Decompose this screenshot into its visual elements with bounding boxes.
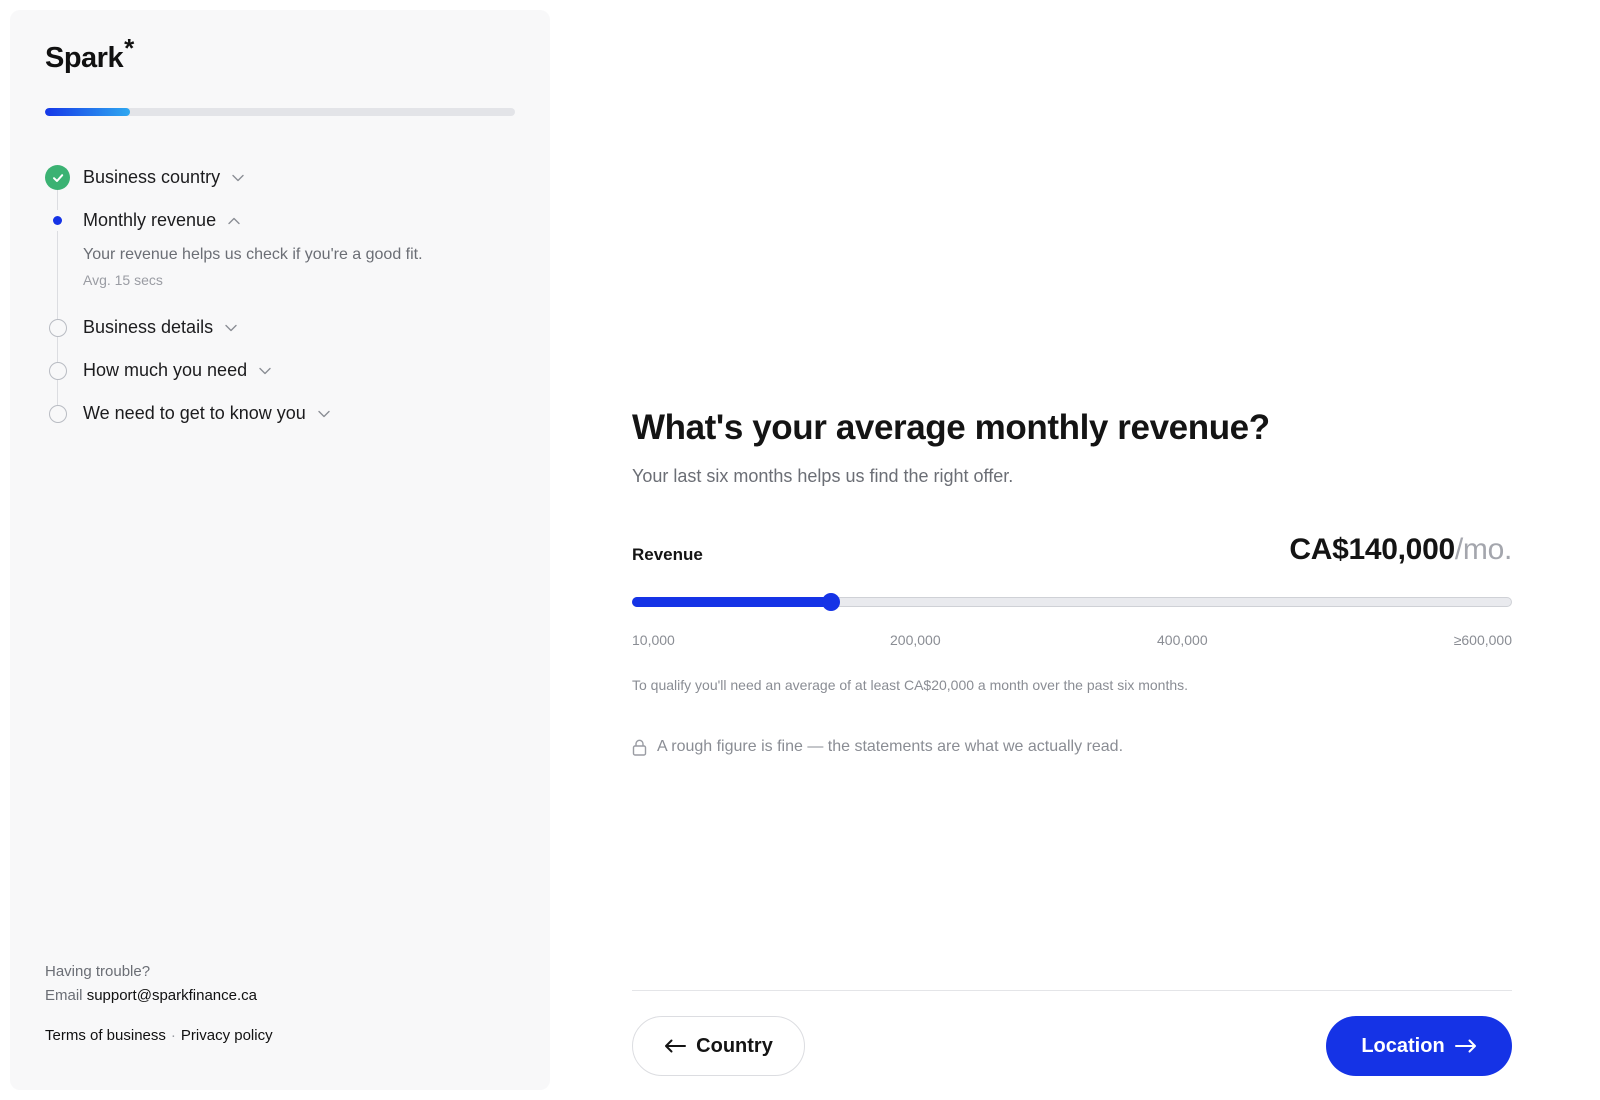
- legal-separator: ·: [170, 1027, 176, 1044]
- legal-links: Terms of business · Privacy policy: [45, 1027, 273, 1044]
- step-status: [45, 315, 70, 340]
- slider-tick-labels: 10,000 200,000 400,000 ≥600,000: [632, 632, 1512, 652]
- chevron-down-icon: [232, 174, 244, 182]
- back-button-label: Country: [696, 1034, 773, 1057]
- pending-circle-icon: [48, 361, 67, 380]
- page-title: What's your average monthly revenue?: [632, 408, 1270, 447]
- slider-thumb[interactable]: [822, 593, 840, 611]
- arrow-right-icon: [1454, 1039, 1477, 1053]
- arrow-left-icon: [664, 1039, 687, 1053]
- help-email-line: Email support@sparkfinance.ca: [45, 984, 257, 1008]
- chevron-down-icon: [318, 410, 330, 418]
- privacy-policy-link[interactable]: Privacy policy: [181, 1027, 273, 1044]
- privacy-note: A rough figure is fine — the statements …: [632, 738, 1123, 756]
- step-description: Your revenue helps us check if you're a …: [83, 246, 423, 263]
- check-icon: [45, 165, 70, 190]
- step-details: Your revenue helps us check if you're a …: [45, 242, 525, 306]
- step-label: How much you need: [83, 360, 248, 380]
- slider-tick-label: ≥600,000: [1453, 632, 1512, 648]
- privacy-note-text: A rough figure is fine — the statements …: [657, 738, 1124, 755]
- step-business-country[interactable]: Business country: [45, 156, 525, 199]
- slider-tick-label: 400,000: [1157, 632, 1208, 648]
- step-label: We need to get to know you: [83, 403, 306, 423]
- step-get-to-know-you[interactable]: We need to get to know you: [45, 392, 525, 435]
- step-status: [45, 208, 70, 233]
- next-button-label: Location: [1361, 1034, 1445, 1057]
- slider-tick-label: 200,000: [890, 632, 941, 648]
- step-how-much-you-need[interactable]: How much you need: [45, 349, 525, 392]
- qualification-note: To qualify you'll need an average of at …: [632, 677, 1189, 693]
- step-status: [45, 358, 70, 383]
- brand-name: Spark: [45, 42, 124, 74]
- page-subtitle: Your last six months helps us find the r…: [632, 466, 1014, 486]
- step-list: Business country Monthly revenue Your re…: [45, 156, 525, 435]
- step-label: Monthly revenue: [83, 210, 217, 230]
- help-email-prefix: Email: [45, 987, 83, 1004]
- back-button[interactable]: Country: [632, 1016, 805, 1076]
- revenue-amount: CA$140,000: [1289, 533, 1455, 566]
- step-time-estimate: Avg. 15 secs: [83, 272, 163, 288]
- current-step-dot: [53, 216, 62, 225]
- chevron-down-icon: [259, 367, 271, 375]
- brand-mark: *: [124, 33, 134, 63]
- footer-divider: [632, 990, 1512, 991]
- sidebar: Spark* Business country Monthly revenue: [10, 10, 550, 1090]
- revenue-unit: /mo.: [1454, 533, 1512, 566]
- revenue-label: Revenue: [632, 545, 703, 564]
- pending-circle-icon: [48, 404, 67, 423]
- help-question: Having trouble?: [45, 963, 151, 980]
- chevron-up-icon: [228, 217, 240, 225]
- step-monthly-revenue[interactable]: Monthly revenue: [45, 199, 525, 242]
- brand-logo[interactable]: Spark*: [45, 33, 134, 75]
- support-email-link[interactable]: support@sparkfinance.ca: [87, 987, 257, 1004]
- step-business-details[interactable]: Business details: [45, 306, 525, 349]
- lock-icon: [632, 739, 647, 756]
- progress-fill: [45, 108, 130, 116]
- revenue-slider[interactable]: [632, 590, 1512, 614]
- revenue-value-display: CA$140,000/mo.: [1289, 533, 1512, 567]
- main-content: What's your average monthly revenue? You…: [632, 0, 1512, 1100]
- pending-circle-icon: [48, 318, 67, 337]
- chevron-down-icon: [225, 324, 237, 332]
- step-label: Business details: [83, 317, 214, 337]
- next-button[interactable]: Location: [1326, 1016, 1512, 1076]
- help-section: Having trouble? Email support@sparkfinan…: [45, 960, 257, 1008]
- step-status: [45, 401, 70, 426]
- slider-tick-label: 10,000: [632, 632, 675, 648]
- step-status: [45, 165, 70, 190]
- terms-link[interactable]: Terms of business: [45, 1027, 166, 1044]
- progress-bar: [45, 108, 515, 116]
- slider-fill: [632, 597, 831, 607]
- step-label: Business country: [83, 167, 221, 187]
